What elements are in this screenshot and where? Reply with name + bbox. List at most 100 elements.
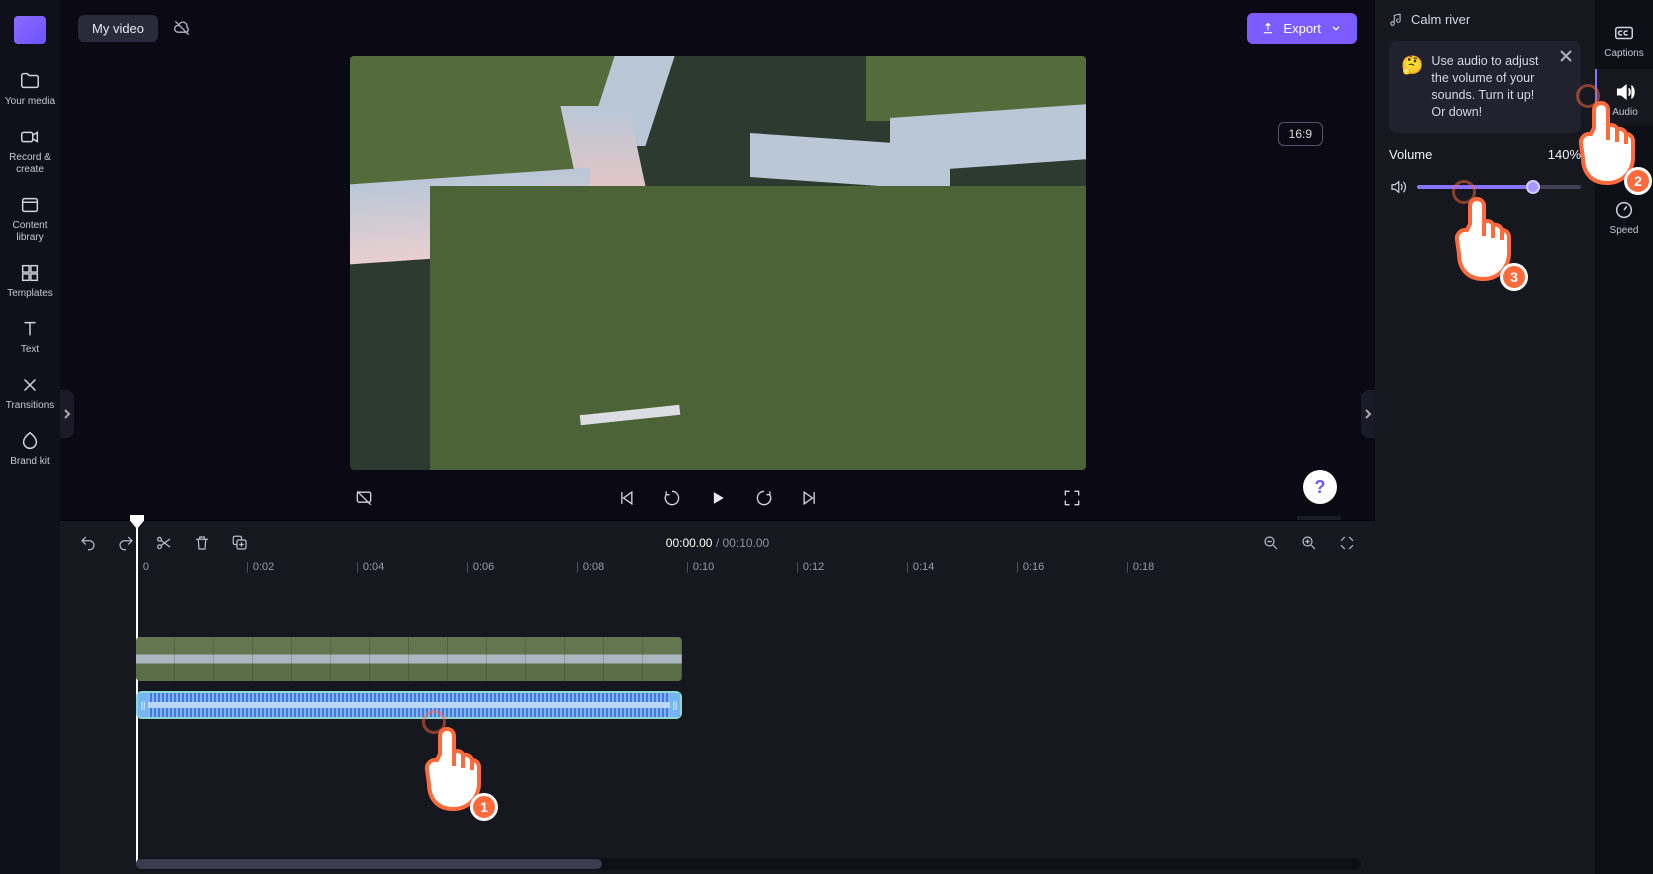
music-note-icon [1389, 13, 1403, 27]
export-button[interactable]: Export [1247, 13, 1357, 44]
project-title[interactable]: My video [78, 15, 158, 42]
chevron-down-icon [1329, 21, 1343, 35]
clip-thumbnail [526, 637, 565, 681]
top-bar: My video Export [60, 0, 1375, 56]
clip-thumbnail [214, 637, 253, 681]
video-track-clip[interactable] [136, 637, 682, 681]
onboarding-tooltip: 🤔 Use audio to adjust the volume of your… [1389, 41, 1581, 133]
audio-track-clip[interactable]: || || [136, 691, 682, 719]
video-preview[interactable] [350, 56, 1086, 470]
close-tooltip-button[interactable] [1557, 47, 1575, 65]
sidebar-item-your-media[interactable]: Your media [2, 64, 58, 116]
tab-speed[interactable]: Speed [1595, 187, 1653, 244]
library-icon [19, 194, 41, 216]
tab-label: Captions [1604, 48, 1643, 59]
sidebar-item-templates[interactable]: Templates [2, 256, 58, 308]
zoom-in-button[interactable] [1295, 529, 1323, 557]
clip-thumbnail [565, 637, 604, 681]
tab-captions[interactable]: Captions [1595, 10, 1653, 67]
sidebar-item-text[interactable]: Text [2, 312, 58, 364]
tab-fade[interactable]: Fade [1595, 128, 1653, 185]
undo-button[interactable] [74, 529, 102, 557]
sidebar-item-label: Content library [2, 220, 58, 244]
speaker-icon [1389, 178, 1407, 196]
aspect-ratio-button[interactable]: 16:9 [1278, 122, 1323, 146]
fade-icon [1613, 140, 1635, 162]
sidebar-item-label: Record & create [2, 152, 58, 176]
volume-slider[interactable] [1389, 178, 1581, 196]
duplicate-button[interactable] [226, 529, 254, 557]
slider-track[interactable] [1417, 185, 1581, 189]
export-button-label: Export [1283, 21, 1321, 36]
timeline-scrollbar[interactable] [136, 858, 1361, 870]
clip-thumbnail [253, 637, 292, 681]
ruler-tick: 0:16 [1016, 561, 1044, 573]
volume-row: Volume 140% [1389, 147, 1581, 162]
ruler-tick: 0:14 [906, 561, 934, 573]
clip-thumbnail [604, 637, 643, 681]
sidebar-item-label: Text [21, 344, 39, 356]
cloud-off-icon [172, 18, 192, 38]
skip-forward-icon [800, 488, 820, 508]
clip-handle-right[interactable]: || [670, 693, 680, 717]
play-button[interactable] [704, 484, 732, 512]
clip-thumbnail [292, 637, 331, 681]
undo-icon [79, 534, 97, 552]
scrollbar-thumb[interactable] [136, 859, 602, 869]
zoom-out-button[interactable] [1257, 529, 1285, 557]
zoom-out-icon [1262, 534, 1280, 552]
volume-label: Volume [1389, 147, 1432, 162]
seek-forward-button[interactable] [750, 484, 778, 512]
timeline-tracks: || || [136, 637, 1365, 852]
timeline-panel: 00:00.00 / 00:10.00 00:020:040:060:080:1… [60, 520, 1375, 874]
clip-thumbnail [409, 637, 448, 681]
clip-thumbnail [136, 637, 175, 681]
play-icon [708, 488, 728, 508]
sidebar-item-label: Brand kit [10, 456, 49, 468]
redo-icon [117, 534, 135, 552]
timeline-toolbar: 00:00.00 / 00:10.00 [60, 527, 1375, 559]
skip-start-button[interactable] [612, 484, 640, 512]
template-icon [19, 262, 41, 284]
help-button[interactable]: ? [1303, 470, 1337, 504]
timeline-ruler[interactable]: 00:020:040:060:080:100:120:140:160:18 [136, 559, 1365, 583]
clip-name-header: Calm river [1389, 12, 1581, 27]
trash-icon [193, 534, 211, 552]
sidebar-item-label: Templates [7, 288, 53, 300]
slider-fill [1417, 185, 1532, 189]
folder-icon [19, 70, 41, 92]
close-icon [1559, 49, 1573, 63]
emoji-icon: 🤔 [1401, 53, 1423, 121]
fit-timeline-button[interactable] [1333, 529, 1361, 557]
skip-end-button[interactable] [796, 484, 824, 512]
playback-controls [350, 476, 1086, 520]
text-icon [19, 318, 41, 340]
clip-name: Calm river [1411, 12, 1470, 27]
sidebar-item-brand-kit[interactable]: Brand kit [2, 424, 58, 476]
right-tab-bar: Captions Audio Fade Speed [1595, 0, 1653, 874]
sidebar-item-record-create[interactable]: Record & create [2, 120, 58, 184]
delete-button[interactable] [188, 529, 216, 557]
audio-waveform [148, 693, 670, 717]
clip-handle-left[interactable]: || [138, 693, 148, 717]
ruler-tick: 0:10 [686, 561, 714, 573]
fit-icon [1338, 534, 1356, 552]
fullscreen-button[interactable] [1058, 484, 1086, 512]
properties-panel: Calm river 🤔 Use audio to adjust the vol… [1375, 0, 1595, 874]
sidebar-item-content-library[interactable]: Content library [2, 188, 58, 252]
fullscreen-icon [1062, 488, 1082, 508]
collapse-right-panel-button[interactable] [1361, 390, 1375, 438]
tab-label: Speed [1610, 225, 1639, 236]
tab-audio[interactable]: Audio [1595, 69, 1653, 126]
slider-knob[interactable] [1526, 180, 1540, 194]
clip-thumbnail [175, 637, 214, 681]
sidebar-item-transitions[interactable]: Transitions [2, 368, 58, 420]
camera-icon [19, 126, 41, 148]
skip-back-icon [616, 488, 636, 508]
preview-area: 16:9 [60, 56, 1375, 520]
split-button[interactable] [150, 529, 178, 557]
cloud-sync-button[interactable] [170, 16, 194, 40]
tab-label: Fade [1613, 166, 1636, 177]
toggle-safe-zone-button[interactable] [350, 484, 378, 512]
seek-back-button[interactable] [658, 484, 686, 512]
